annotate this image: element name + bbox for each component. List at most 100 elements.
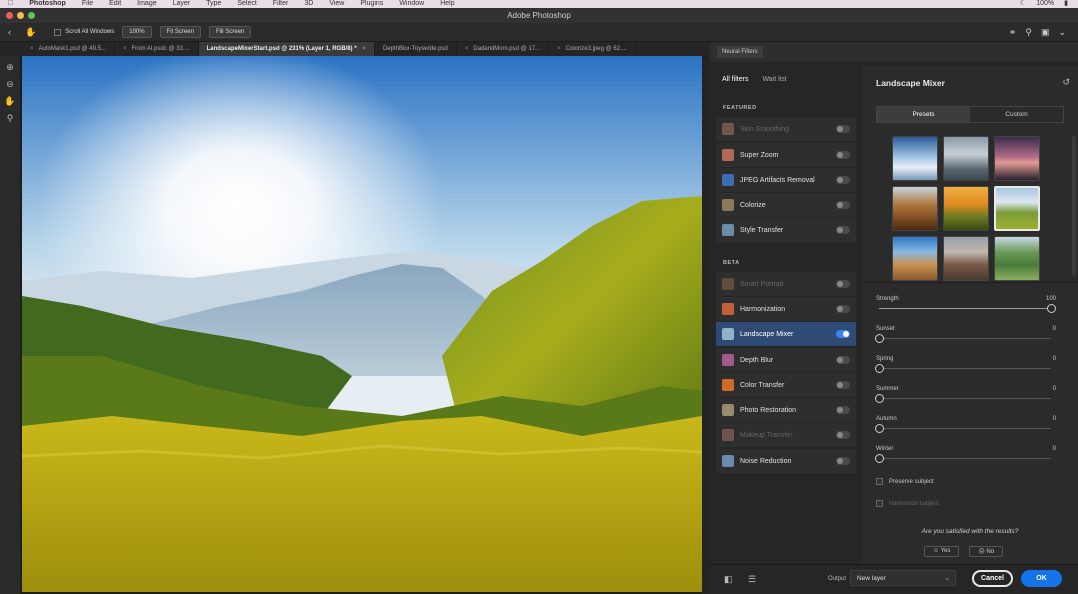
zoom-100-button[interactable]: 100% (122, 26, 152, 38)
harmonization-toggle[interactable] (836, 305, 850, 313)
colorize-toggle[interactable] (836, 201, 850, 209)
zoom-tool-icon[interactable]: ⚲ (7, 113, 14, 124)
canvas-scroll-gutter[interactable] (702, 56, 710, 594)
tab-colorize[interactable]: × Colorize3.jpeg @ 62.... (549, 42, 636, 56)
filter-noise-reduction[interactable]: Noise Reduction (716, 449, 856, 473)
search-icon[interactable]: ⚲ (1025, 27, 1032, 38)
skin-smoothing-toggle[interactable] (836, 125, 850, 133)
menu-type[interactable]: Type (206, 0, 221, 8)
menu-layer[interactable]: Layer (173, 0, 191, 8)
slider-track[interactable] (879, 338, 1051, 339)
feedback-yes-button[interactable]: ☺ Yes (924, 546, 960, 557)
feedback-no-button[interactable]: ☹ No (969, 546, 1004, 557)
tab-presets[interactable]: Presets (877, 107, 970, 122)
filter-photo-restoration[interactable]: Photo Restoration (716, 398, 856, 422)
tab-all-filters[interactable]: All filters (722, 76, 748, 83)
preset-desert-rocks[interactable] (892, 236, 938, 281)
menu-image[interactable]: Image (137, 0, 156, 8)
preset-green-valley[interactable] (994, 186, 1040, 231)
filter-colorize[interactable]: Colorize (716, 193, 856, 217)
tab-custom[interactable]: Custom (970, 107, 1063, 122)
tab-depth-blur[interactable]: DepthBlur-Toyswide.psd (375, 42, 457, 56)
slider-knob[interactable] (875, 424, 884, 433)
document-canvas[interactable] (22, 56, 702, 592)
output-select[interactable]: New layer ⌄ (850, 570, 956, 586)
super-zoom-toggle[interactable] (836, 151, 850, 159)
fit-screen-button[interactable]: Fit Screen (159, 26, 201, 38)
zoom-window-button[interactable] (28, 12, 35, 19)
photo-restoration-toggle[interactable] (836, 406, 850, 414)
close-icon[interactable]: × (363, 46, 367, 52)
landscape-mixer-toggle[interactable] (836, 330, 850, 338)
checkbox-box[interactable] (876, 478, 883, 485)
menu-window[interactable]: Window (399, 0, 424, 8)
cancel-button[interactable]: Cancel (972, 570, 1013, 587)
apple-icon[interactable]:  (8, 0, 13, 8)
workspace-icon[interactable]: ▣ (1041, 27, 1050, 38)
fill-screen-button[interactable]: Fill Screen (208, 26, 252, 38)
menu-view[interactable]: View (329, 0, 344, 8)
noise-reduction-toggle[interactable] (836, 457, 850, 465)
menu-select[interactable]: Select (237, 0, 256, 8)
slider-track[interactable] (879, 458, 1051, 459)
makeup-transfer-toggle[interactable] (836, 431, 850, 439)
slider-track[interactable] (879, 428, 1051, 429)
menu-help[interactable]: Help (440, 0, 454, 8)
checkbox-box[interactable] (54, 28, 62, 36)
preset-pink-dusk[interactable] (994, 136, 1040, 181)
filter-landscape-mixer[interactable]: Landscape Mixer (716, 322, 856, 346)
style-transfer-toggle[interactable] (836, 226, 850, 234)
depth-blur-toggle[interactable] (836, 356, 850, 364)
checkbox-box[interactable] (876, 500, 883, 507)
menu-filter[interactable]: Filter (273, 0, 289, 8)
filter-skin-smoothing[interactable]: Skin Smoothing (716, 117, 856, 141)
hand-tool-icon[interactable]: ✋ (25, 27, 36, 38)
close-icon[interactable]: × (30, 46, 34, 52)
tab-from-ai[interactable]: × From AI.psdc @ 33.... (115, 42, 199, 56)
slider-winter[interactable]: Winter 0 (875, 446, 1056, 463)
preset-canyon[interactable] (892, 186, 938, 231)
minimize-window-button[interactable] (17, 12, 24, 19)
tab-automask[interactable]: × AutoMask1.psd @ 49.5... (22, 42, 115, 56)
color-transfer-toggle[interactable] (836, 381, 850, 389)
smart-portrait-toggle[interactable] (836, 280, 850, 288)
slider-knob[interactable] (1047, 304, 1056, 313)
cloud-docs-icon[interactable]: ⚭ (1009, 27, 1017, 38)
slider-knob[interactable] (875, 454, 884, 463)
layer-stack-icon[interactable]: ☰ (748, 574, 756, 585)
preset-golden-sunrise[interactable] (943, 186, 989, 231)
slider-sunset[interactable]: Sunset 0 (875, 326, 1056, 343)
slider-spring[interactable]: Spring 0 (875, 356, 1056, 373)
preview-toggle-icon[interactable]: ◧ (724, 574, 733, 585)
tab-dad-and-mom[interactable]: × DadandMom.psd @ 17... (457, 42, 550, 56)
chevron-down-icon[interactable]: ⌄ (1058, 27, 1066, 38)
close-icon[interactable]: × (557, 46, 561, 52)
harmonize-subject-checkbox[interactable]: Harmonize subject (876, 500, 939, 507)
slider-knob[interactable] (875, 394, 884, 403)
menu-file[interactable]: File (82, 0, 93, 8)
slider-summer[interactable]: Summer 0 (875, 386, 1056, 403)
reset-icon[interactable]: ↺ (1062, 77, 1070, 88)
filter-depth-blur[interactable]: Depth Blur (716, 348, 856, 372)
jpeg-artifacts-toggle[interactable] (836, 176, 850, 184)
close-icon[interactable]: × (465, 46, 469, 52)
filter-style-transfer[interactable]: Style Transfer (716, 218, 856, 242)
filter-jpeg-artifacts[interactable]: JPEG Artifacts Removal (716, 168, 856, 192)
rotate-view-icon[interactable]: ⊕ (6, 62, 14, 73)
close-window-button[interactable] (6, 12, 13, 19)
tab-landscape-mixer-start[interactable]: LandscapeMixerStart.psd @ 231% (Layer 1,… (198, 42, 376, 56)
slider-track[interactable] (879, 398, 1051, 399)
close-icon[interactable]: × (123, 46, 127, 52)
filter-smart-portrait[interactable]: Smart Portrait (716, 272, 856, 296)
minus-icon[interactable]: ⊖ (6, 79, 14, 90)
preserve-subject-checkbox[interactable]: Preserve subject (876, 478, 934, 485)
preset-gray-peaks[interactable] (943, 136, 989, 181)
slider-track[interactable] (879, 368, 1051, 369)
moon-icon[interactable]: ☾ (1020, 0, 1026, 8)
filter-harmonization[interactable]: Harmonization (716, 297, 856, 321)
scroll-all-windows-checkbox[interactable]: Scroll All Windows (54, 28, 114, 36)
hand-tool-icon[interactable]: ✋ (4, 96, 15, 107)
menu-photoshop[interactable]: Photoshop (29, 0, 66, 8)
menu-3d[interactable]: 3D (304, 0, 313, 8)
slider-autumn[interactable]: Autumn 0 (875, 416, 1056, 433)
